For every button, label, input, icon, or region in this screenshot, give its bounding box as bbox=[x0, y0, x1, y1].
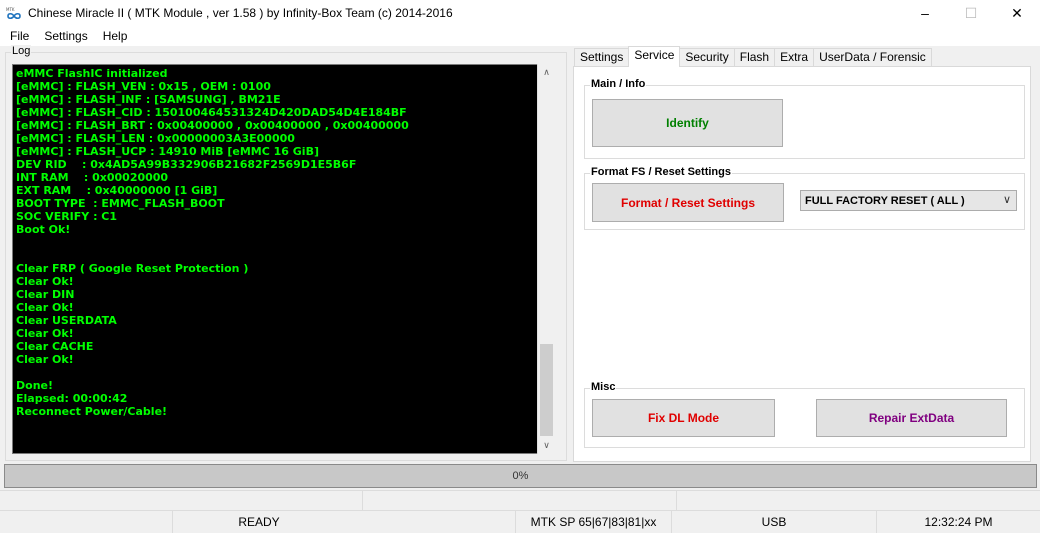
window-title: Chinese Miracle II ( MTK Module , ver 1.… bbox=[28, 6, 453, 20]
tab-strip: Settings Service Security Flash Extra Us… bbox=[574, 46, 932, 67]
infinity-box-icon: MTK bbox=[6, 6, 22, 20]
reset-mode-select[interactable]: FULL FACTORY RESET ( ALL ) ∨ bbox=[800, 190, 1017, 211]
fix-dl-mode-button[interactable]: Fix DL Mode bbox=[592, 399, 775, 437]
identify-button[interactable]: Identify bbox=[592, 99, 783, 147]
scrollbar-thumb[interactable] bbox=[540, 344, 553, 436]
log-scrollbar[interactable]: ∧ ∨ bbox=[537, 64, 555, 454]
format-reset-title: Format FS / Reset Settings bbox=[590, 166, 732, 178]
log-output[interactable]: eMMC FlashIC initialized [eMMC] : FLASH_V… bbox=[12, 64, 555, 454]
misc-title: Misc bbox=[590, 381, 617, 393]
log-line: Reconnect Power/Cable! bbox=[16, 405, 168, 418]
repair-extdata-button[interactable]: Repair ExtData bbox=[816, 399, 1007, 437]
log-line: SOC VERIFY : C1 bbox=[16, 210, 118, 223]
log-text: eMMC FlashIC initialized [eMMC] : FLASH_V… bbox=[16, 67, 536, 418]
chevron-down-icon: ∨ bbox=[1002, 194, 1011, 206]
svg-text:MTK: MTK bbox=[6, 7, 15, 12]
log-line: [eMMC] : FLASH_BRT : 0x00400000 , 0x0040… bbox=[16, 119, 409, 132]
strip-divider bbox=[362, 491, 363, 510]
log-line: Clear CACHE bbox=[16, 340, 94, 353]
log-line: Clear FRP ( Google Reset Protection ) bbox=[16, 262, 249, 275]
tab-settings[interactable]: Settings bbox=[574, 48, 630, 67]
tab-userdata-forensic[interactable]: UserData / Forensic bbox=[813, 48, 932, 67]
progress-label: 0% bbox=[512, 470, 529, 482]
menu-bar: File Settings Help bbox=[0, 26, 1040, 46]
close-button[interactable]: ✕ bbox=[994, 0, 1040, 26]
log-line: EXT RAM : 0x40000000 [1 GiB] bbox=[16, 184, 218, 197]
log-line: Elapsed: 00:00:42 bbox=[16, 392, 128, 405]
status-port: USB bbox=[671, 511, 876, 533]
menu-settings[interactable]: Settings bbox=[39, 29, 92, 43]
title-bar: MTK Chinese Miracle II ( MTK Module , ve… bbox=[0, 0, 1040, 26]
status-platform: MTK SP 65|67|83|81|xx bbox=[515, 511, 671, 533]
log-line: Clear Ok! bbox=[16, 353, 74, 366]
format-reset-button[interactable]: Format / Reset Settings bbox=[592, 183, 784, 222]
log-line: Clear Ok! bbox=[16, 301, 74, 314]
log-line: [eMMC] : FLASH_LEN : 0x00000003A3E00000 bbox=[16, 132, 295, 145]
scroll-down-arrow-icon[interactable]: ∨ bbox=[538, 437, 555, 454]
tab-service[interactable]: Service bbox=[628, 46, 681, 67]
log-line: [eMMC] : FLASH_CID : 150100464531324D420… bbox=[16, 106, 407, 119]
log-line: [eMMC] : FLASH_UCP : 14910 MiB [eMMC 16 … bbox=[16, 145, 319, 158]
service-panel: Main / Info Identify Format FS / Reset S… bbox=[573, 66, 1031, 462]
progress-bar: 0% bbox=[4, 464, 1037, 488]
log-line: [eMMC] : FLASH_INF : [SAMSUNG] , BM21E bbox=[16, 93, 281, 106]
info-strip bbox=[0, 490, 1040, 510]
menu-file[interactable]: File bbox=[5, 29, 34, 43]
minimize-button[interactable]: – bbox=[902, 0, 948, 26]
log-line: DEV RID : 0x4AD5A99B332906B21682F2569D1E… bbox=[16, 158, 357, 171]
tab-security[interactable]: Security bbox=[679, 48, 735, 67]
tab-extra[interactable]: Extra bbox=[774, 48, 815, 67]
strip-divider bbox=[676, 491, 677, 510]
reset-mode-value: FULL FACTORY RESET ( ALL ) bbox=[805, 194, 965, 207]
maximize-button[interactable]: ☐ bbox=[948, 0, 994, 26]
log-line: [eMMC] : FLASH_VEN : 0x15 , OEM : 0100 bbox=[16, 80, 271, 93]
log-line: Clear Ok! bbox=[16, 327, 74, 340]
log-label: Log bbox=[11, 45, 32, 57]
log-line: Done! bbox=[16, 379, 53, 392]
tab-flash[interactable]: Flash bbox=[733, 48, 776, 67]
main-info-title: Main / Info bbox=[590, 78, 647, 90]
status-time: 12:32:24 PM bbox=[876, 511, 1040, 533]
scroll-up-arrow-icon[interactable]: ∧ bbox=[538, 64, 555, 81]
log-line: INT RAM : 0x00020000 bbox=[16, 171, 169, 184]
log-line: Clear DIN bbox=[16, 288, 75, 301]
log-line: Clear Ok! bbox=[16, 275, 74, 288]
log-line: BOOT TYPE : EMMC_FLASH_BOOT bbox=[16, 197, 225, 210]
status-state: READY bbox=[172, 511, 345, 533]
menu-help[interactable]: Help bbox=[98, 29, 133, 43]
log-line: eMMC FlashIC initialized bbox=[16, 67, 168, 80]
log-line: Clear USERDATA bbox=[16, 314, 117, 327]
log-line: Boot Ok! bbox=[16, 223, 71, 236]
